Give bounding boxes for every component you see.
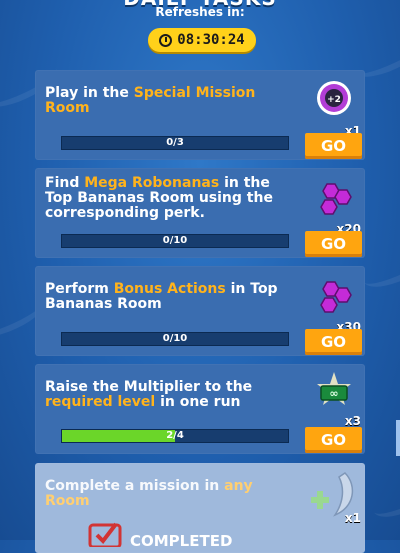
special-mission-token-icon: +2: [317, 81, 351, 115]
go-button[interactable]: GO: [305, 329, 362, 355]
reward: ∞ x3: [305, 368, 363, 428]
checkmark-icon: [88, 522, 122, 547]
reward: x30: [305, 272, 363, 334]
svg-text:∞: ∞: [329, 387, 338, 400]
completed-badge: COMPLETED: [88, 518, 232, 550]
task-description: Perform Bonus Actions in Top Bananas Roo…: [45, 281, 278, 312]
reward-count: x3: [344, 414, 361, 428]
task-card-multiplier: Raise the Multiplier to the required lev…: [35, 364, 365, 454]
task-progress-bar: 0/3: [61, 136, 289, 150]
infinity-ticket-icon: ∞: [317, 372, 351, 405]
task-description: Complete a mission in any Room: [45, 478, 253, 509]
task-description: Find Mega Robonanas in the Top Bananas R…: [45, 175, 273, 221]
task-progress-bar: 0/10: [61, 332, 289, 346]
progress-text: 2/4: [166, 430, 184, 441]
purple-gems-icon: [320, 281, 352, 313]
background-banana-shape: [367, 464, 400, 526]
go-button[interactable]: GO: [305, 231, 362, 257]
stopwatch-icon: [159, 33, 173, 47]
go-button[interactable]: GO: [305, 427, 362, 453]
task-card-mega-robonanas: Find Mega Robonanas in the Top Bananas R…: [35, 168, 365, 258]
task-description: Play in the Special Mission Room: [45, 85, 256, 116]
reward-count: x1: [344, 511, 361, 525]
svg-text:+2: +2: [327, 95, 341, 105]
refresh-label: Refreshes in:: [155, 5, 245, 19]
refresh-timer: 08:30:24: [148, 28, 256, 52]
progress-text: 0/3: [166, 137, 184, 148]
task-card-bonus-actions: Perform Bonus Actions in Top Bananas Roo…: [35, 266, 365, 356]
completed-status: COMPLETED: [130, 532, 233, 550]
progress-text: 0/10: [162, 333, 188, 344]
task-progress-bar: 0/10: [61, 234, 289, 248]
scrollbar[interactable]: [396, 420, 400, 456]
reward: +2 x1: [305, 74, 363, 138]
progress-text: 0/10: [162, 235, 188, 246]
timer-text: 08:30:24: [177, 32, 245, 48]
purple-gems-icon: [320, 183, 352, 215]
reward: x20: [305, 174, 363, 236]
go-button[interactable]: GO: [305, 133, 362, 159]
task-progress-bar: 2/4: [61, 429, 289, 443]
task-description: Raise the Multiplier to the required lev…: [45, 379, 253, 410]
reward: x1: [305, 467, 363, 527]
task-card-special-mission: Play in the Special Mission Room 0/3 +2 …: [35, 70, 365, 160]
